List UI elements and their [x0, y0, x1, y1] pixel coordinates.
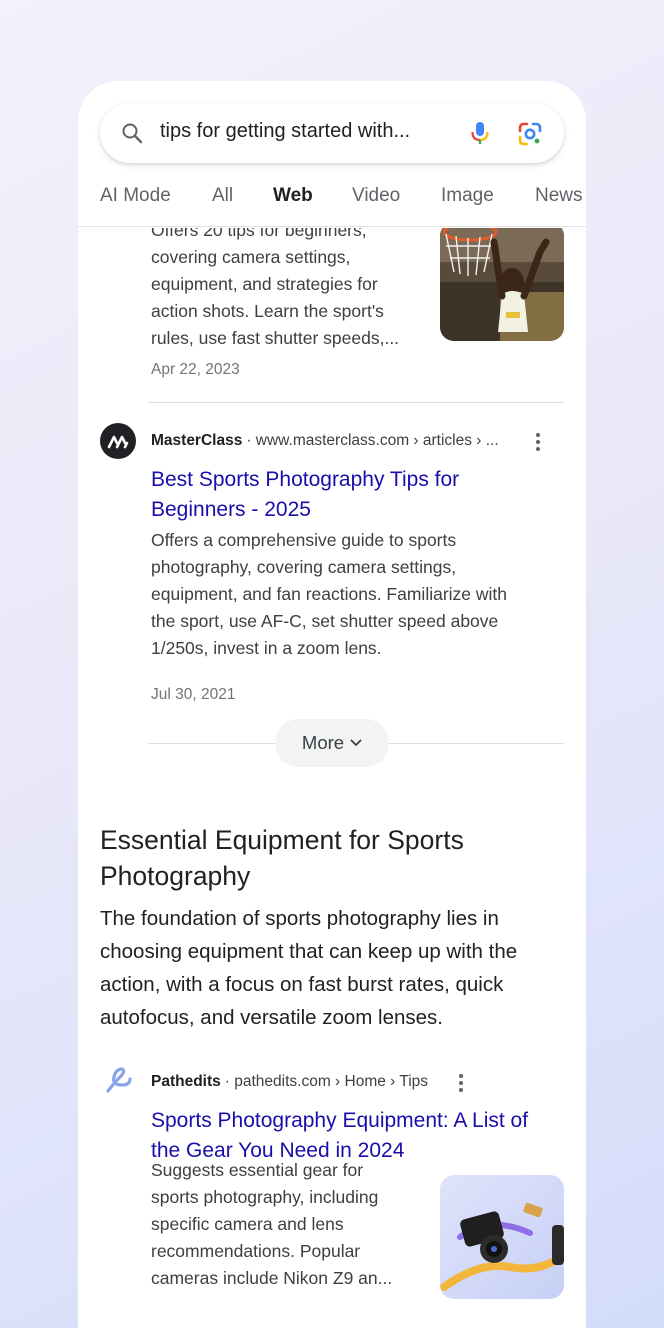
- chevron-down-icon: [350, 739, 362, 746]
- search-tabs: AI Mode All Web Video Image News: [78, 181, 586, 227]
- result3-source[interactable]: Pathedits · pathedits.com › Home › Tips: [151, 1073, 428, 1091]
- result3-snippet: Suggests essential gear for sports photo…: [151, 1160, 393, 1288]
- more-options-icon[interactable]: [535, 432, 541, 452]
- pathedits-favicon[interactable]: [100, 1063, 136, 1099]
- basketball-thumbnail[interactable]: [440, 228, 564, 341]
- result2-date: Jul 30, 2021: [151, 686, 236, 703]
- result2-title-link[interactable]: Best Sports Photography Tips for Beginne…: [151, 465, 551, 525]
- camera-gear-thumbnail[interactable]: [440, 1175, 564, 1299]
- lens-camera-icon[interactable]: [516, 120, 544, 148]
- search-icon: [122, 123, 143, 144]
- more-button[interactable]: More: [275, 719, 389, 767]
- search-query[interactable]: tips for getting started with...: [160, 120, 442, 146]
- result1-snippet: Offers 20 tips for beginners, covering c…: [151, 228, 400, 348]
- tab-news[interactable]: News: [535, 185, 583, 215]
- result2-source-url: · www.masterclass.com › articles › ...: [246, 432, 499, 449]
- more-options-icon[interactable]: [458, 1073, 464, 1093]
- tab-all[interactable]: All: [212, 185, 233, 215]
- results-content: Offers 20 tips for beginners, covering c…: [78, 228, 586, 1328]
- result2-snippet: Offers a comprehensive guide to sports p…: [151, 530, 508, 658]
- masterclass-favicon[interactable]: [100, 423, 136, 459]
- section-heading: Essential Equipment for Sports Photograp…: [100, 825, 464, 891]
- result1-date: Apr 22, 2023: [151, 361, 240, 378]
- masterclass-logo-icon: [107, 435, 129, 449]
- camera-gear-image: [440, 1175, 564, 1299]
- search-bar[interactable]: tips for getting started with...: [100, 103, 564, 163]
- mic-icon[interactable]: [466, 119, 494, 147]
- section-body: The foundation of sports photography lie…: [100, 907, 518, 1029]
- result3-source-name: Pathedits: [151, 1073, 221, 1090]
- result2-source-name: MasterClass: [151, 432, 243, 449]
- tab-ai-mode[interactable]: AI Mode: [100, 185, 171, 215]
- phone-frame: tips for getting started with... AI Mode…: [78, 81, 586, 1328]
- pathedits-logo-icon: [106, 1067, 132, 1093]
- basketball-photo-image: [440, 228, 564, 341]
- more-button-label: More: [301, 732, 345, 753]
- divider: [148, 402, 564, 403]
- tab-web[interactable]: Web: [273, 185, 313, 215]
- tab-video[interactable]: Video: [352, 185, 400, 215]
- result2-source[interactable]: MasterClass · www.masterclass.com › arti…: [151, 432, 499, 450]
- tab-image[interactable]: Image: [441, 185, 494, 215]
- result3-source-url: · pathedits.com › Home › Tips: [224, 1073, 429, 1090]
